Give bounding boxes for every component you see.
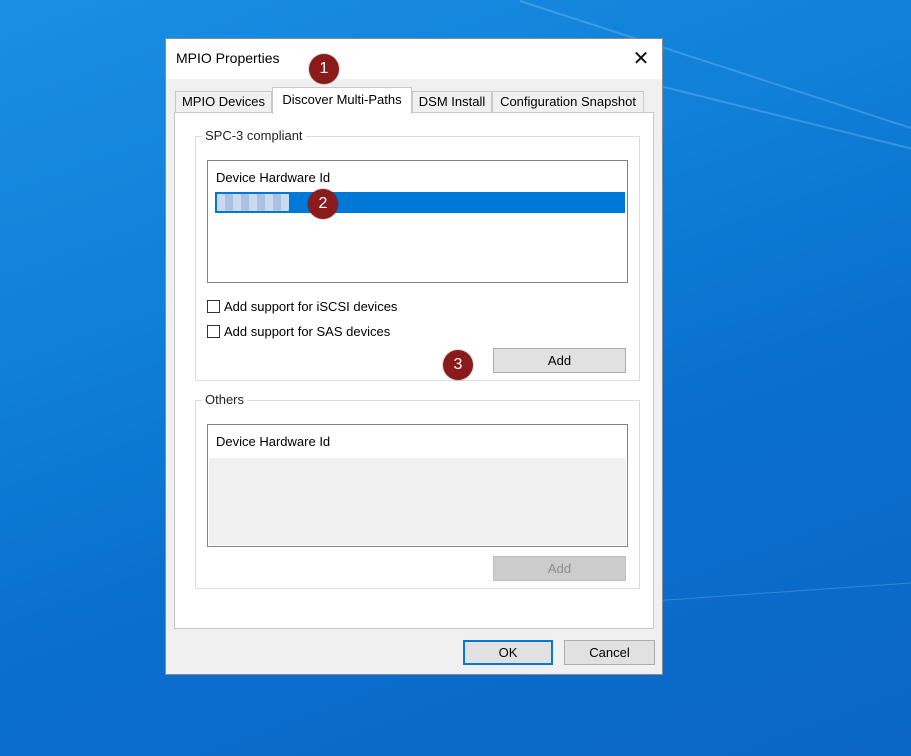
- tab-mpio-devices[interactable]: MPIO Devices: [175, 91, 272, 113]
- others-add-button[interactable]: Add: [493, 556, 626, 581]
- others-device-list[interactable]: Device Hardware Id: [207, 424, 628, 547]
- callout-marker-2: 2: [308, 189, 338, 219]
- sas-checkbox[interactable]: [207, 325, 220, 338]
- tab-dsm-install[interactable]: DSM Install: [412, 91, 492, 113]
- spc3-legend: SPC-3 compliant: [202, 128, 306, 143]
- device-hardware-id-header: Device Hardware Id: [216, 170, 331, 185]
- tab-label: Discover Multi-Paths: [282, 92, 402, 107]
- tab-panel-discover-multi-paths: SPC-3 compliant Device Hardware Id Add s…: [174, 112, 654, 629]
- cancel-button[interactable]: Cancel: [564, 640, 655, 665]
- others-group: Others Device Hardware Id Add: [195, 392, 640, 589]
- window-title: MPIO Properties: [176, 50, 280, 66]
- desktop-light-beam: [659, 579, 911, 601]
- callout-marker-1: 1: [309, 54, 339, 84]
- device-hardware-id-header: Device Hardware Id: [216, 434, 331, 449]
- others-list-empty-area: [209, 458, 626, 545]
- others-legend: Others: [202, 392, 248, 407]
- tab-configuration-snapshot[interactable]: Configuration Snapshot: [492, 91, 644, 113]
- iscsi-checkbox-label: Add support for iSCSI devices: [224, 299, 398, 314]
- close-icon: ✕: [632, 47, 650, 70]
- tab-label: DSM Install: [418, 94, 486, 109]
- spc3-add-button[interactable]: Add: [493, 348, 626, 373]
- ok-button[interactable]: OK: [463, 640, 553, 665]
- spc3-device-list[interactable]: Device Hardware Id: [207, 160, 628, 283]
- iscsi-checkbox[interactable]: [207, 300, 220, 313]
- close-button[interactable]: ✕: [620, 39, 662, 77]
- sas-checkbox-label: Add support for SAS devices: [224, 324, 391, 339]
- desktop-light-beam: [639, 80, 911, 179]
- callout-marker-3: 3: [443, 350, 473, 380]
- redacted-device-id: [217, 194, 289, 211]
- tab-label: Configuration Snapshot: [500, 94, 636, 109]
- iscsi-option[interactable]: Add support for iSCSI devices: [207, 299, 397, 314]
- spc3-group: SPC-3 compliant Device Hardware Id Add s…: [195, 128, 640, 381]
- selected-device-row[interactable]: [215, 192, 625, 213]
- sas-option[interactable]: Add support for SAS devices: [207, 324, 390, 339]
- mpio-properties-dialog: MPIO Properties ✕ MPIO Devices Discover …: [165, 38, 663, 675]
- tab-label: MPIO Devices: [181, 94, 266, 109]
- tab-discover-multi-paths[interactable]: Discover Multi-Paths: [272, 87, 412, 114]
- title-bar: MPIO Properties ✕: [166, 39, 662, 79]
